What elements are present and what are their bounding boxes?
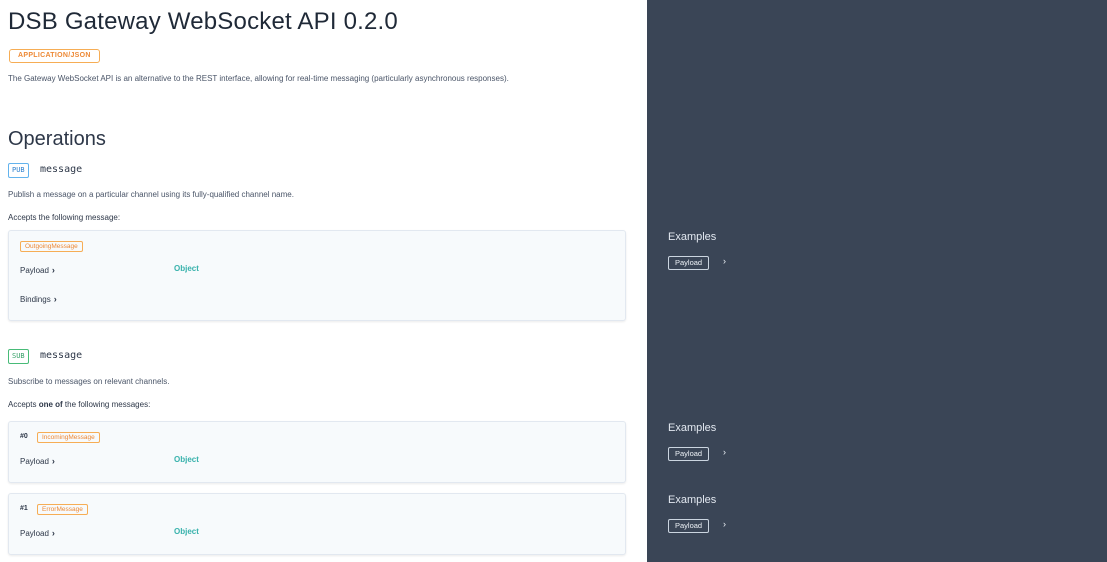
chevron-right-icon: › (51, 456, 55, 466)
message-name-badge: OutgoingMessage (20, 241, 83, 252)
sub-operation-name: message (40, 350, 83, 361)
accepts-one-of: one of (38, 400, 63, 409)
page-title: DSB Gateway WebSocket API 0.2.0 (8, 8, 398, 35)
payload-type: Object (174, 264, 199, 273)
sub-description: Subscribe to messages on relevant channe… (8, 377, 170, 386)
operations-heading: Operations (8, 128, 106, 150)
sub-message-card-0: #0 IncomingMessage Payload › Object (8, 421, 626, 483)
payload-toggle[interactable]: Payload › (20, 456, 55, 466)
payload-label: Payload (20, 457, 49, 466)
examples-label: Examples (668, 494, 717, 506)
payload-type: Object (174, 455, 199, 464)
bindings-toggle[interactable]: Bindings › (20, 294, 57, 304)
pub-operation-name: message (40, 164, 83, 175)
payload-example-button[interactable]: Payload (668, 256, 710, 270)
examples-label: Examples (668, 422, 717, 434)
message-name-badge: ErrorMessage (37, 504, 88, 515)
chevron-right-icon[interactable]: › (723, 447, 726, 457)
chevron-right-icon: › (53, 294, 57, 304)
payload-label: Payload (20, 529, 49, 538)
payload-toggle[interactable]: Payload › (20, 265, 55, 275)
payload-type: Object (174, 527, 199, 536)
chevron-right-icon[interactable]: › (723, 519, 726, 529)
sub-accepts-text: Accepts one of the following messages: (8, 400, 150, 409)
main-content: DSB Gateway WebSocket API 0.2.0 APPLICAT… (0, 0, 647, 562)
payload-example-button[interactable]: Payload (668, 447, 710, 461)
chevron-right-icon: › (51, 528, 55, 538)
accepts-prefix: Accepts (8, 400, 39, 409)
bindings-label: Bindings (20, 295, 51, 304)
pub-accepts-text: Accepts the following message: (8, 213, 121, 222)
accepts-suffix: the following messages: (62, 400, 151, 409)
chevron-right-icon[interactable]: › (723, 256, 726, 266)
payload-toggle[interactable]: Payload › (20, 528, 55, 538)
pub-description: Publish a message on a particular channe… (8, 190, 294, 199)
chevron-right-icon: › (51, 265, 55, 275)
examples-sidebar: Examples Payload › Examples Payload › Ex… (647, 0, 1107, 562)
message-name-badge: IncomingMessage (37, 432, 100, 443)
payload-example-button[interactable]: Payload (668, 519, 710, 533)
message-index: #0 (20, 433, 28, 440)
pub-badge: PUB (8, 163, 29, 178)
api-description: The Gateway WebSocket API is an alternat… (8, 74, 509, 83)
content-type-badge: APPLICATION/JSON (9, 49, 100, 63)
payload-label: Payload (20, 266, 49, 275)
sub-message-card-1: #1 ErrorMessage Payload › Object (8, 493, 626, 555)
examples-label: Examples (668, 231, 717, 243)
sub-badge: SUB (8, 349, 29, 364)
message-index: #1 (20, 505, 28, 512)
pub-message-card: OutgoingMessage Payload › Object Bindings… (8, 230, 626, 321)
